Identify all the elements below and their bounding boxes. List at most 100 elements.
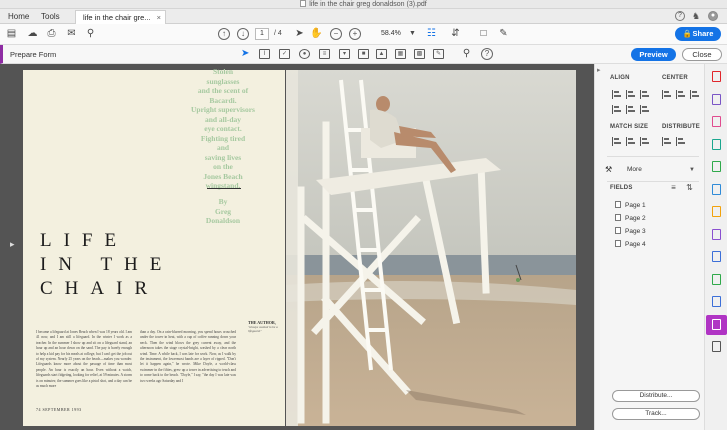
center-both-icon[interactable] (690, 90, 699, 99)
more-dropdown[interactable]: ⚒ More ▼ (605, 164, 695, 176)
center-heading: CENTER (662, 75, 688, 81)
sort-icon[interactable]: ≡ (667, 182, 680, 194)
track-button[interactable]: Track... (612, 408, 700, 420)
select-cursor-icon[interactable]: ➤ (293, 28, 306, 40)
tab-order-icon[interactable]: ⇅ (683, 182, 696, 194)
upload-icon[interactable]: ☁ (26, 28, 39, 40)
organize-pages-icon[interactable] (712, 183, 721, 195)
date-field-icon[interactable]: ▦ (395, 49, 406, 59)
zoom-out-icon[interactable]: − (330, 28, 342, 40)
comment-icon[interactable] (712, 206, 721, 217)
field-item-page-3[interactable]: Page 3 (615, 227, 646, 236)
notification-bell-icon[interactable]: ♞ (692, 11, 700, 22)
export-pdf-icon[interactable] (712, 138, 721, 150)
main-toolbar: ▤ ☁ ⎙ ✉ ⚲ ↑ ↓ 1 / 4 ➤ ✋ − + 58.4% ▼ ☷ ⇵ … (0, 24, 727, 45)
page-icon (615, 214, 621, 221)
preview-button[interactable]: Preview (631, 48, 676, 61)
sign-pen-icon[interactable]: ✎ (497, 28, 510, 40)
account-avatar-icon[interactable]: ● (708, 11, 718, 21)
hand-icon[interactable]: ✋ (310, 28, 323, 40)
tab-bar: Home Tools life in the chair gre... × ? … (0, 9, 727, 24)
send-for-review-icon[interactable] (712, 273, 721, 285)
pin-icon[interactable]: ⚲ (460, 48, 473, 60)
field-item-page-4[interactable]: Page 4 (615, 240, 646, 249)
create-pdf-icon[interactable] (712, 71, 721, 82)
page-icon (615, 227, 621, 234)
measure-icon[interactable] (712, 251, 721, 262)
align-bottom-icon[interactable] (612, 105, 621, 114)
distribute-vertical-icon[interactable] (676, 137, 685, 146)
page-right-photo (286, 70, 576, 426)
print-icon[interactable]: ⎙ (45, 28, 58, 40)
share-button[interactable]: 🔒 Share (675, 27, 721, 41)
tab-home[interactable]: Home (8, 10, 29, 23)
headline-line-2: IN THE (40, 254, 174, 275)
center-horizontal-icon[interactable] (662, 90, 671, 99)
prepare-form-icon[interactable] (712, 318, 721, 330)
image-field-icon[interactable]: ▲ (376, 49, 387, 59)
window-title: life in the chair greg donaldson (3).pdf (309, 1, 427, 8)
close-button[interactable]: Close (682, 48, 722, 61)
distribute-horizontal-icon[interactable] (662, 137, 671, 146)
collapse-panel-icon[interactable]: ▸ (597, 66, 601, 74)
page-icon (615, 201, 621, 208)
dropdown-icon[interactable]: ▾ (339, 49, 350, 59)
chevron-down-icon[interactable]: ▼ (406, 28, 419, 40)
save-icon[interactable]: ▤ (5, 28, 18, 40)
fill-sign-icon[interactable] (712, 228, 721, 240)
align-top-icon[interactable] (640, 90, 649, 99)
prepare-form-title: Prepare Form (10, 50, 57, 59)
more-label: More (627, 166, 642, 173)
align-horizontal-icon[interactable] (626, 105, 635, 114)
window-titlebar: life in the chair greg donaldson (3).pdf (0, 0, 727, 9)
align-right-icon[interactable] (626, 90, 635, 99)
more-tools-icon[interactable] (712, 341, 721, 352)
zoom-in-icon[interactable]: + (349, 28, 361, 40)
panel-divider (607, 156, 699, 157)
help-icon[interactable]: ? (481, 48, 493, 60)
export-excel-icon[interactable] (712, 161, 721, 172)
byline: By Greg Donaldson (205, 197, 241, 225)
match-height-icon[interactable] (626, 137, 635, 146)
fit-page-icon[interactable]: ☷ (425, 28, 438, 40)
help-icon[interactable]: ? (675, 11, 685, 21)
left-panel-toggle-icon[interactable]: ▸ (10, 239, 15, 250)
align-vertical-icon[interactable] (640, 105, 649, 114)
article-column-2: than a day. On a rain-blurred morning, y… (140, 330, 236, 383)
distribute-button[interactable]: Distribute... (612, 390, 700, 402)
byline-divider (207, 188, 241, 189)
button-field-icon[interactable]: ■ (358, 49, 369, 59)
page-down-icon[interactable]: ↓ (237, 28, 249, 40)
center-vertical-icon[interactable] (676, 90, 685, 99)
edit-pdf-icon[interactable] (712, 116, 721, 127)
page-up-icon[interactable]: ↑ (218, 28, 230, 40)
signature-field-icon[interactable]: ✎ (433, 49, 444, 59)
tab-document[interactable]: life in the chair gre... × (75, 10, 166, 24)
form-properties-panel: ▸ ALIGN CENTER MATCH SIZE DISTRIBUTE ⚒ M… (594, 64, 704, 430)
lifeguard-photo (286, 70, 576, 426)
tab-tools[interactable]: Tools (41, 10, 60, 23)
search-icon[interactable]: ⚲ (84, 28, 97, 40)
list-box-icon[interactable]: ≡ (319, 49, 330, 59)
match-width-icon[interactable] (612, 137, 621, 146)
select-tool-icon[interactable]: ➤ (241, 48, 249, 59)
checkbox-icon[interactable]: ✓ (279, 49, 290, 59)
page-number-input[interactable]: 1 (255, 28, 269, 40)
close-tab-icon[interactable]: × (157, 11, 161, 24)
page-folio: 74 SEPTEMBER 1993 (36, 407, 82, 412)
comment-icon[interactable]: □ (477, 28, 490, 40)
pull-quote: Stolen sunglasses and the scent of Bacar… (191, 67, 255, 190)
align-left-icon[interactable] (612, 90, 621, 99)
combine-files-icon[interactable] (712, 93, 721, 105)
barcode-icon[interactable]: ▩ (414, 49, 425, 59)
protect-icon[interactable] (712, 296, 721, 307)
acrobat-window: life in the chair greg donaldson (3).pdf… (0, 0, 727, 430)
field-item-label: Page 1 (625, 202, 646, 209)
field-item-page-2[interactable]: Page 2 (615, 214, 646, 223)
email-icon[interactable]: ✉ (65, 28, 78, 40)
scroll-mode-icon[interactable]: ⇵ (449, 28, 462, 40)
text-field-icon[interactable]: I (259, 49, 270, 59)
radio-button-icon[interactable]: ● (299, 49, 310, 59)
match-both-icon[interactable] (640, 137, 649, 146)
field-item-page-1[interactable]: Page 1 (615, 201, 646, 210)
